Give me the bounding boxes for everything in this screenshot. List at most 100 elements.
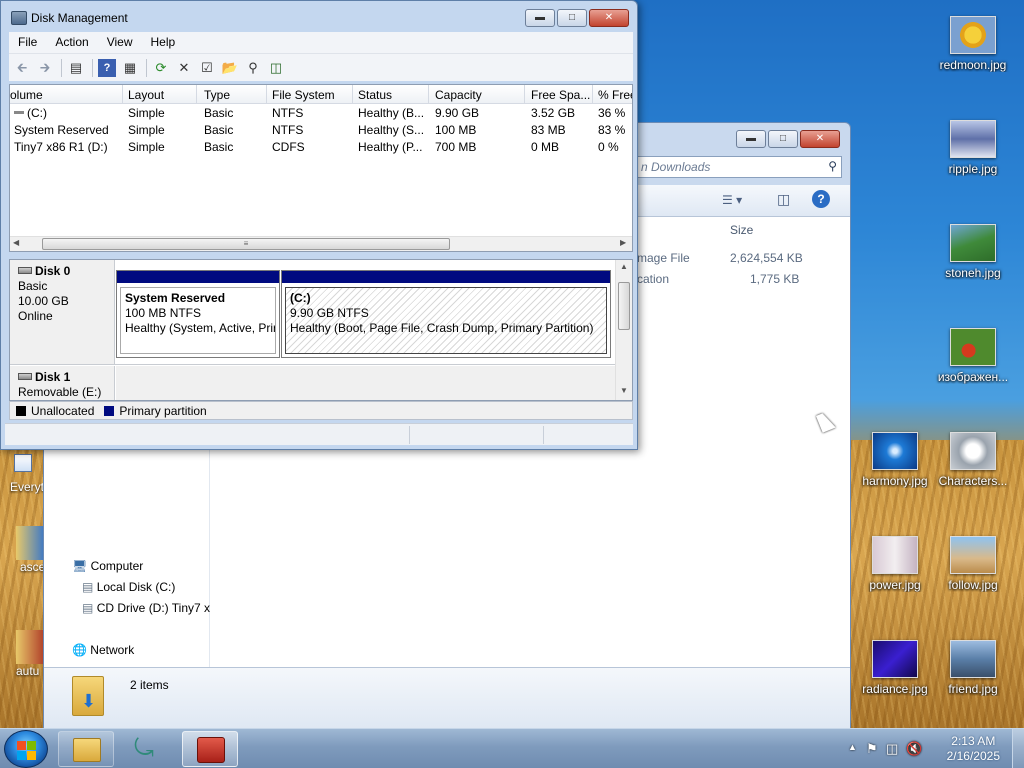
desktop-icon-redmoon[interactable]: redmoon.jpg — [933, 16, 1013, 72]
column-header-status[interactable]: Status — [358, 88, 392, 102]
desktop-icon-friend[interactable]: friend.jpg — [933, 640, 1013, 696]
column-header-free-space[interactable]: Free Spa... — [531, 88, 590, 102]
disk-1-label[interactable]: Disk 1 Removable (E:) — [10, 366, 115, 400]
desktop-icon-ascent[interactable]: asce — [0, 526, 44, 574]
menu-bar: File Action View Help — [9, 32, 633, 53]
search-input[interactable]: n Downloads ⚲ — [634, 156, 842, 178]
volume-free-space: 3.52 GB — [531, 106, 576, 120]
column-header-capacity[interactable]: Capacity — [435, 88, 482, 102]
partition-c[interactable]: (C:) 9.90 GB NTFS Healthy (Boot, Page Fi… — [281, 270, 611, 358]
volume-row[interactable]: System Reserved Simple Basic NTFS Health… — [10, 122, 632, 139]
title-bar[interactable]: Disk Management ▬ □ ✕ — [1, 1, 637, 33]
maximize-button[interactable]: □ — [557, 9, 587, 27]
file-row-name[interactable]: mage File — [637, 251, 690, 265]
forward-arrow-icon[interactable]: 🡲 — [36, 59, 54, 77]
column-header-file-system[interactable]: File System — [272, 88, 335, 102]
volume-row[interactable]: Tiny7 x86 R1 (D:) Simple Basic CDFS Heal… — [10, 139, 632, 156]
column-divider[interactable] — [524, 85, 525, 104]
nav-item-computer[interactable]: 🖥 Computer — [72, 559, 143, 573]
scrollbar-thumb[interactable]: ≡ — [42, 238, 450, 250]
clock-time: 2:13 AM — [951, 734, 996, 748]
delete-icon[interactable]: ✕ — [175, 59, 193, 77]
scroll-down-icon[interactable]: ▼ — [620, 386, 628, 395]
properties-pane-icon[interactable]: ▦ — [121, 59, 139, 77]
scrollbar-thumb[interactable] — [618, 282, 630, 330]
view-options-icon[interactable]: ☰ ▾ — [722, 193, 742, 207]
partition-body: System Reserved 100 MB NTFS Healthy (Sys… — [120, 287, 276, 354]
column-divider[interactable] — [122, 85, 123, 104]
column-header-type[interactable]: Type — [204, 88, 230, 102]
refresh-icon[interactable]: ⟳ — [152, 59, 170, 77]
column-divider[interactable] — [592, 85, 593, 104]
preview-pane-icon[interactable]: ◫ — [777, 191, 790, 208]
desktop-icon-power[interactable]: power.jpg — [855, 536, 935, 592]
back-arrow-icon[interactable]: 🡰 — [13, 59, 31, 77]
column-header-layout[interactable]: Layout — [128, 88, 164, 102]
desktop-icon-radiance[interactable]: radiance.jpg — [855, 640, 935, 696]
nav-item-cd-drive[interactable]: ▤ CD Drive (D:) Tiny7 x — [82, 601, 210, 615]
console-tree-icon[interactable]: ▤ — [67, 59, 85, 77]
menu-action[interactable]: Action — [46, 32, 97, 53]
desktop-icon-harmony[interactable]: harmony.jpg — [855, 432, 935, 488]
disk-management-window[interactable]: Disk Management ▬ □ ✕ File Action View H… — [0, 0, 638, 450]
partition-status: Healthy (Boot, Page File, Crash Dump, Pr… — [290, 321, 594, 335]
desktop-icon-characters[interactable]: Characters... — [933, 432, 1013, 488]
close-button[interactable]: ✕ — [800, 130, 840, 148]
properties-icon[interactable]: ☑ — [198, 59, 216, 77]
desktop-icon-image-ru[interactable]: изображен... — [933, 328, 1013, 384]
horizontal-scrollbar[interactable]: ◀ ≡ ▶ — [10, 236, 632, 251]
maximize-button[interactable]: □ — [768, 130, 798, 148]
minimize-button[interactable]: ▬ — [736, 130, 766, 148]
column-header-percent-free[interactable]: % Free — [598, 88, 632, 102]
scroll-up-icon[interactable]: ▲ — [620, 262, 628, 271]
taskbar-app[interactable]: ⤿ — [120, 731, 176, 767]
network-icon[interactable]: ◫ — [886, 741, 898, 757]
column-divider[interactable] — [266, 85, 267, 104]
open-folder-icon[interactable]: 📂 — [221, 59, 239, 77]
desktop-icon-everything[interactable]: Everyt — [0, 454, 44, 494]
column-header-volume[interactable]: olume — [10, 88, 43, 102]
action-center-flag-icon[interactable]: ⚑ — [866, 741, 878, 757]
show-hidden-icons-icon[interactable]: ▲ — [848, 742, 857, 752]
show-desktop-button[interactable] — [1012, 729, 1024, 768]
search-icon[interactable]: ⚲ — [244, 59, 262, 77]
image-thumbnail-icon — [950, 536, 996, 574]
clock[interactable]: 2:13 AM 2/16/2025 — [947, 734, 1000, 764]
help-icon[interactable]: ? — [812, 190, 830, 208]
taskbar-explorer[interactable] — [58, 731, 114, 767]
vertical-scrollbar[interactable]: ▲ ▼ — [615, 260, 632, 400]
partition-system-reserved[interactable]: System Reserved 100 MB NTFS Healthy (Sys… — [116, 270, 280, 358]
volume-name: System Reserved — [14, 123, 109, 137]
taskbar-disk-management[interactable] — [182, 731, 238, 767]
volume-muted-icon[interactable]: 🔇 — [906, 741, 922, 757]
desktop-icon-stoneh[interactable]: stoneh.jpg — [933, 224, 1013, 280]
nav-item-network[interactable]: 🌐 Network — [72, 643, 134, 657]
window-title: Disk Management — [31, 11, 128, 25]
menu-view[interactable]: View — [98, 32, 142, 53]
partition-bar — [282, 271, 610, 283]
scroll-right-icon[interactable]: ▶ — [620, 238, 626, 247]
help-icon[interactable]: ? — [98, 58, 116, 77]
file-row-name[interactable]: cation — [637, 272, 669, 286]
status-bar — [5, 423, 633, 445]
volume-row[interactable]: (C:) Simple Basic NTFS Healthy (B... 9.9… — [10, 105, 632, 122]
start-button[interactable] — [4, 730, 48, 768]
volume-status: Healthy (P... — [358, 140, 423, 154]
column-divider[interactable] — [352, 85, 353, 104]
volume-layout: Simple — [128, 140, 165, 154]
menu-help[interactable]: Help — [142, 32, 185, 53]
desktop-icon-follow[interactable]: follow.jpg — [933, 536, 1013, 592]
minimize-button[interactable]: ▬ — [525, 9, 555, 27]
export-list-icon[interactable]: ◫ — [267, 59, 285, 77]
scroll-left-icon[interactable]: ◀ — [13, 238, 19, 247]
menu-file[interactable]: File — [9, 32, 46, 53]
disk-0-label[interactable]: Disk 0 Basic 10.00 GB Online — [10, 260, 115, 364]
close-button[interactable]: ✕ — [589, 9, 629, 27]
desktop-icon-ripple[interactable]: ripple.jpg — [933, 120, 1013, 176]
nav-item-local-disk[interactable]: ▤ Local Disk (C:) — [82, 580, 175, 594]
column-divider[interactable] — [196, 85, 197, 104]
desktop-icon-autumn[interactable]: autu — [0, 630, 44, 678]
windows-logo-part — [17, 751, 26, 760]
column-header-size[interactable]: Size — [730, 223, 753, 237]
column-divider[interactable] — [428, 85, 429, 104]
